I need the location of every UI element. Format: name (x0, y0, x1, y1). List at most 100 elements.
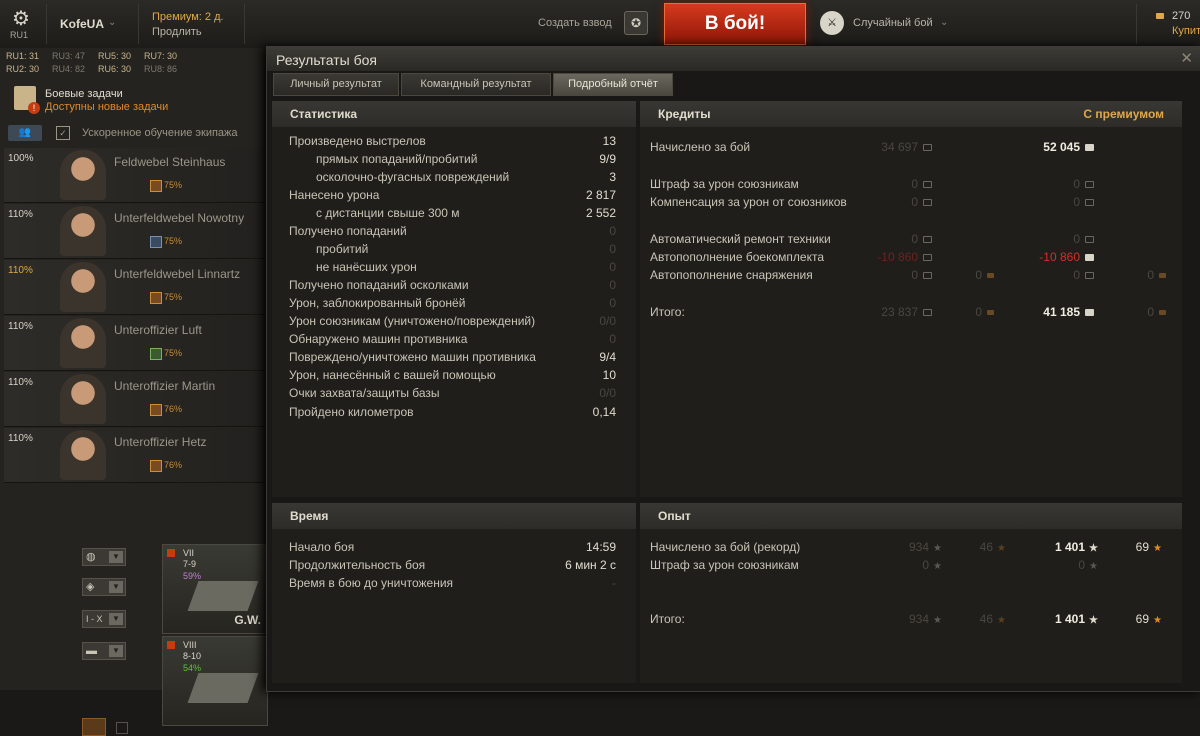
username[interactable]: KofeUA (60, 17, 104, 31)
crew-skill-pct: 110% (8, 321, 33, 332)
vehicle-image (187, 581, 259, 611)
stats-label: не нанёсших урон (316, 260, 417, 274)
server-label: RU1 (10, 30, 29, 40)
vehicle-card[interactable]: VIII 8-10 54% (162, 636, 268, 726)
exp-premium-value: 1 401 (1055, 540, 1086, 554)
tank-filter[interactable]: ▬ ▼ (82, 642, 126, 660)
chevron-down-icon[interactable]: ▼ (109, 551, 123, 563)
stats-label: Нанесено урона (289, 188, 380, 202)
chevron-down-icon[interactable]: ▼ (109, 613, 123, 625)
credits-base: 0 (840, 177, 932, 191)
free-exp-base: 46 ★ (950, 540, 1006, 554)
tab-detailed[interactable]: Подробный отчёт (553, 73, 673, 96)
stats-row: Повреждено/уничтожено машин противника 9/… (272, 349, 636, 367)
experience-star-icon: ★ (933, 615, 942, 626)
create-platoon-button[interactable]: Создать взвод (538, 17, 612, 29)
credits-icon (1085, 199, 1094, 207)
vehicle-tier: VIII (183, 640, 197, 650)
credits-row: Автопополнение боекомплекта -10 860 -10 86… (640, 249, 1182, 267)
credits-label: Автопополнение снаряжения (650, 268, 813, 282)
chevron-down-icon[interactable]: ⌄ (940, 17, 948, 28)
crew-member-card[interactable]: 110% Unteroffizier Hetz 76% (4, 428, 266, 483)
level-filter[interactable]: I - X ▼ (82, 610, 126, 628)
section-header: Статистика (272, 101, 636, 127)
accelerated-training-label[interactable]: Ускоренное обучение экипажа (82, 127, 238, 139)
skill-progress: 75% (164, 236, 183, 246)
server-load: RU1: 31 (6, 51, 40, 61)
crew-portrait (60, 374, 106, 424)
time-row: Продолжительность боя 6 мин 2 с (272, 557, 636, 575)
platoon-icon[interactable]: ✪ (624, 11, 648, 35)
crew-portrait (60, 206, 106, 256)
chevron-down-icon[interactable]: ▼ (109, 581, 123, 593)
credits-base: 0 (840, 232, 932, 246)
crew-member-card[interactable]: 110% Unteroffizier Luft 75% (4, 316, 266, 371)
credits-base-value: 0 (911, 195, 918, 209)
section-title: Время (290, 509, 329, 523)
buy-gold-link[interactable]: Купить (1172, 25, 1200, 37)
credits-base: 0 (840, 195, 932, 209)
battle-levels: 7-9 (183, 559, 197, 569)
exp-base-value: 934 (909, 540, 930, 554)
extend-premium-link[interactable]: Продлить (152, 26, 202, 38)
stats-label: осколочно-фугасных повреждений (316, 170, 510, 184)
checkbox-icon[interactable]: ✓ (56, 126, 70, 140)
crew-portrait (60, 430, 106, 480)
stats-value: 3 (609, 170, 616, 184)
exp-row: Начислено за бой (рекорд) 934 ★ 46 ★ 1 401 ★ 69… (640, 539, 1182, 557)
tasks-title[interactable]: Боевые задачи (45, 88, 123, 100)
credits-premium-value: 0 (1073, 195, 1080, 209)
stats-value: 0 (609, 260, 616, 274)
checkbox[interactable] (116, 722, 128, 734)
window-header[interactable]: Результаты боя ✕ (267, 47, 1200, 71)
tab-team[interactable]: Командный результат (401, 73, 551, 96)
credits-base-value: -10 860 (877, 250, 918, 264)
tasks-new-label[interactable]: Доступны новые задачи (45, 101, 168, 113)
settings-gear-icon[interactable]: ⚙ (12, 6, 30, 31)
stats-row: Произведено выстрелов 13 (272, 133, 636, 151)
crew-member-card[interactable]: 110% Unterfeldwebel Linnartz 75% (4, 260, 266, 315)
credits-label: Автопополнение боекомплекта (650, 250, 824, 264)
stats-value: 0 (609, 296, 616, 310)
random-battle-icon[interactable]: ⚔ (820, 11, 844, 35)
crew-group-icon[interactable]: 👥 (8, 125, 42, 141)
crew-member-card[interactable]: 100% Feldwebel Steinhaus 75% (4, 148, 266, 203)
section-title: Кредиты (658, 107, 711, 121)
free-exp-premium: 69 ★ (1104, 540, 1162, 554)
exp-base: 934 ★ (860, 612, 942, 626)
exp-premium-value: 0 (1078, 558, 1086, 572)
win-rate: 54% (183, 663, 202, 673)
skill-progress: 75% (164, 292, 183, 302)
time-value: 14:59 (585, 540, 616, 554)
crew-member-card[interactable]: 110% Unteroffizier Martin 76% (4, 372, 266, 427)
chevron-down-icon[interactable]: ▼ (109, 645, 123, 657)
vehicle-card[interactable]: VII 7-9 59% G.W. (162, 544, 268, 634)
stats-label: пробитий (316, 242, 369, 256)
skill-icon (150, 236, 162, 248)
gold-base-value: 0 (975, 268, 982, 282)
server-load: RU3: 47 (52, 51, 86, 61)
battle-button[interactable]: В бой! (664, 3, 806, 45)
crew-name: Unteroffizier Luft (114, 323, 202, 337)
gold-icon (1156, 13, 1164, 19)
nation-filter[interactable]: ◍ ▼ (82, 548, 126, 566)
stats-label: Очки захвата/защиты базы (289, 386, 440, 400)
crew-member-card[interactable]: 110% Unterfeldwebel Nowotny 75% (4, 204, 266, 259)
battle-levels: 8-10 (183, 651, 202, 661)
credits-premium-value: 0 (1073, 232, 1080, 246)
camo-button[interactable] (82, 718, 106, 736)
type-filter[interactable]: ◈ ▼ (82, 578, 126, 596)
chevron-down-icon[interactable]: ⌄ (108, 17, 116, 28)
experience-star-icon: ★ (933, 543, 942, 554)
credits-premium: -10 860 (1004, 250, 1094, 264)
close-icon[interactable]: ✕ (1180, 49, 1193, 67)
battle-mode-select[interactable]: Случайный бой (853, 17, 933, 29)
exp-premium: 1 401 ★ (1004, 540, 1098, 554)
tab-personal[interactable]: Личный результат (273, 73, 399, 96)
credits-section: Кредиты С премиумом Начислено за бой 34 6… (640, 101, 1182, 497)
stats-value: 2 817 (585, 188, 616, 202)
credits-premium: 0 (1004, 268, 1094, 282)
stats-value: 0 (609, 242, 616, 256)
credits-icon (1085, 144, 1094, 152)
stats-row: Урон союзникам (уничтожено/повреждений) 0… (272, 313, 636, 331)
